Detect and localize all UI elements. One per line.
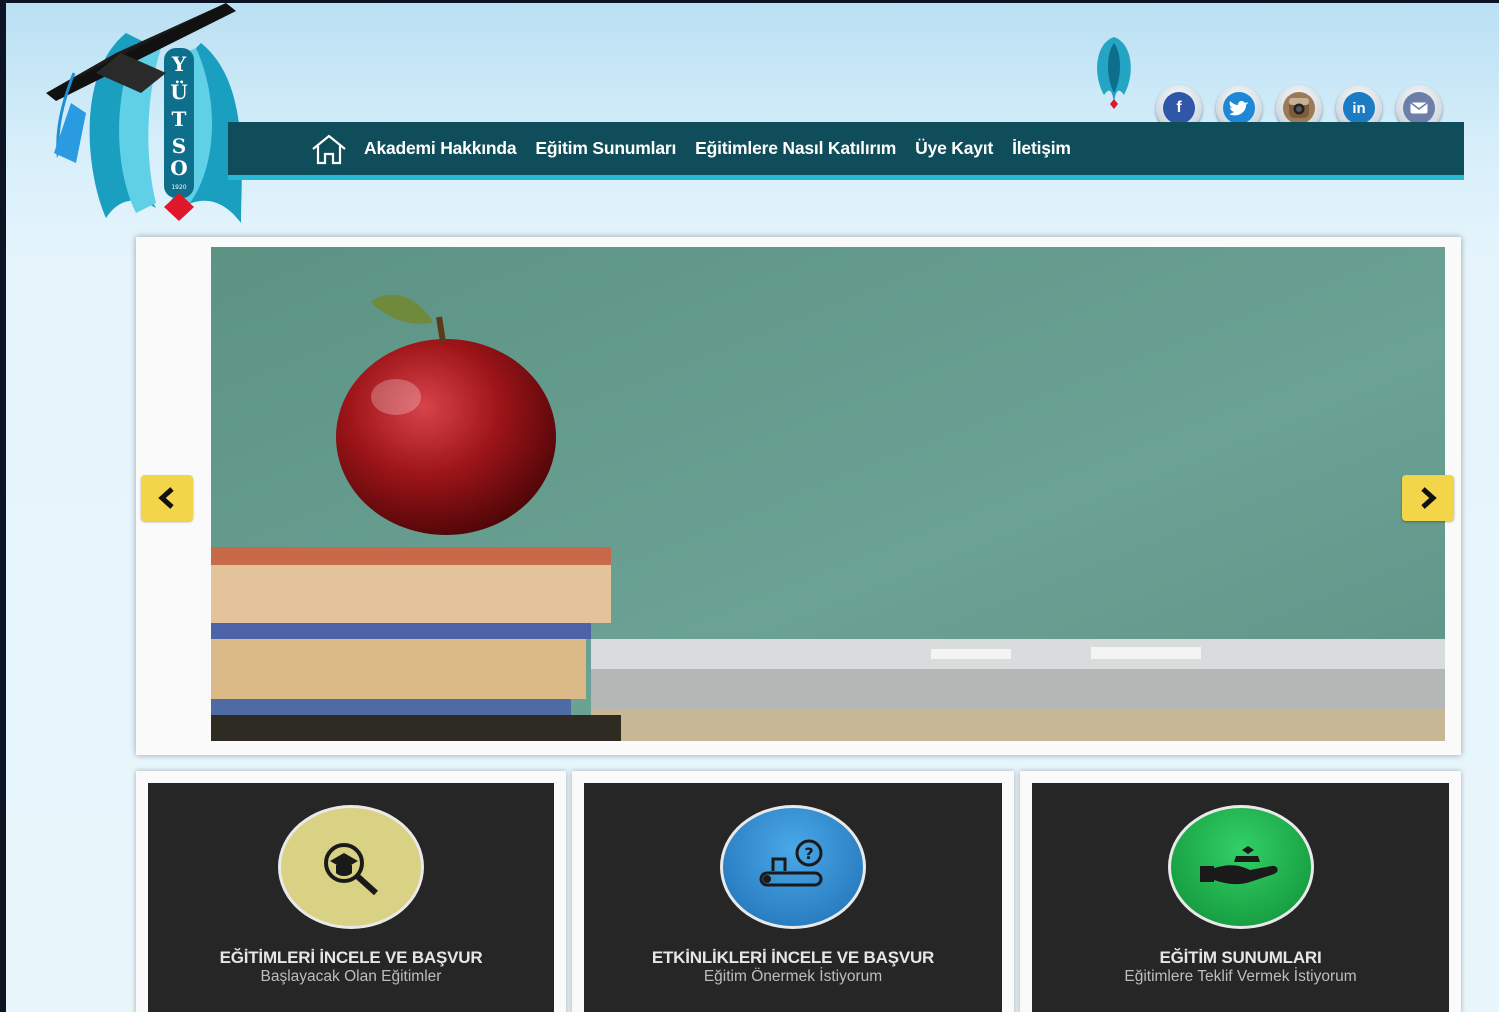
nav-item-nasil-katilirim[interactable]: Eğitimlere Nasıl Katılırım xyxy=(695,138,896,159)
card-title: ETKİNLİKLERİ İNCELE VE BAŞVUR xyxy=(651,948,935,967)
card-egitim-sunumlari: EĞİTİM SUNUMLARI Eğitimlere Teklif Verme… xyxy=(1020,771,1461,1012)
nav-item-egitim-sunumlari[interactable]: Eğitim Sunumları xyxy=(535,138,676,159)
social-bar: f in xyxy=(1086,33,1456,131)
svg-text:?: ? xyxy=(804,844,813,863)
main-nav: Akademi Hakkında Eğitim Sunumları Eğitim… xyxy=(228,122,1464,180)
logo-letter: Y xyxy=(171,52,187,76)
logo-letter: O xyxy=(170,156,187,180)
yutso-logo[interactable]: Y Ü T S O 1920 xyxy=(36,3,266,233)
next-slide-button[interactable] xyxy=(1402,475,1454,521)
logo-letter: T xyxy=(172,107,187,131)
nav-item-akademi-hakkinda[interactable]: Akademi Hakkında xyxy=(364,138,517,159)
card-subtitle: Eğitim Önermek İstiyorum xyxy=(703,968,883,985)
hero-slider xyxy=(136,237,1461,755)
prev-slide-button[interactable] xyxy=(141,475,193,521)
emblem-icon xyxy=(1097,37,1131,109)
logo-letter: S xyxy=(172,134,186,158)
hand-offer-icon xyxy=(1167,805,1314,929)
logo-year: 1920 xyxy=(171,184,186,191)
card-subtitle: Eğitimlere Teklif Vermek İstiyorum xyxy=(1124,968,1357,985)
page: Y Ü T S O 1920 f in Akademi Hakkında Eği… xyxy=(6,3,1499,1012)
chevron-left-icon xyxy=(158,487,174,509)
card-etkinlikleri-incele: ? ETKİNLİKLERİ İNCELE VE BAŞVUR Eğitim Ö… xyxy=(572,771,1014,1012)
nav-item-iletisim[interactable]: İletişim xyxy=(1012,138,1071,159)
diploma-question-icon: ? xyxy=(720,805,866,929)
card-link[interactable]: EĞİTİM SUNUMLARI Eğitimlere Teklif Verme… xyxy=(1032,783,1449,1012)
card-title: EĞİTİMLERİ İNCELE VE BAŞVUR xyxy=(219,948,483,967)
chevron-right-icon xyxy=(1421,487,1437,509)
slide-image xyxy=(211,247,1445,741)
card-egitimleri-incele: EĞİTİMLERİ İNCELE VE BAŞVUR Başlayacak O… xyxy=(136,771,566,1012)
card-link[interactable]: ? ETKİNLİKLERİ İNCELE VE BAŞVUR Eğitim Ö… xyxy=(584,783,1002,1012)
logo-letter: Ü xyxy=(170,79,187,104)
card-title: EĞİTİM SUNUMLARI xyxy=(1159,948,1322,967)
nav-item-uye-kayit[interactable]: Üye Kayıt xyxy=(915,138,993,159)
home-icon[interactable] xyxy=(310,132,348,166)
card-link[interactable]: EĞİTİMLERİ İNCELE VE BAŞVUR Başlayacak O… xyxy=(148,783,554,1012)
card-subtitle: Başlayacak Olan Eğitimler xyxy=(260,968,442,985)
graduation-search-icon xyxy=(278,805,424,929)
